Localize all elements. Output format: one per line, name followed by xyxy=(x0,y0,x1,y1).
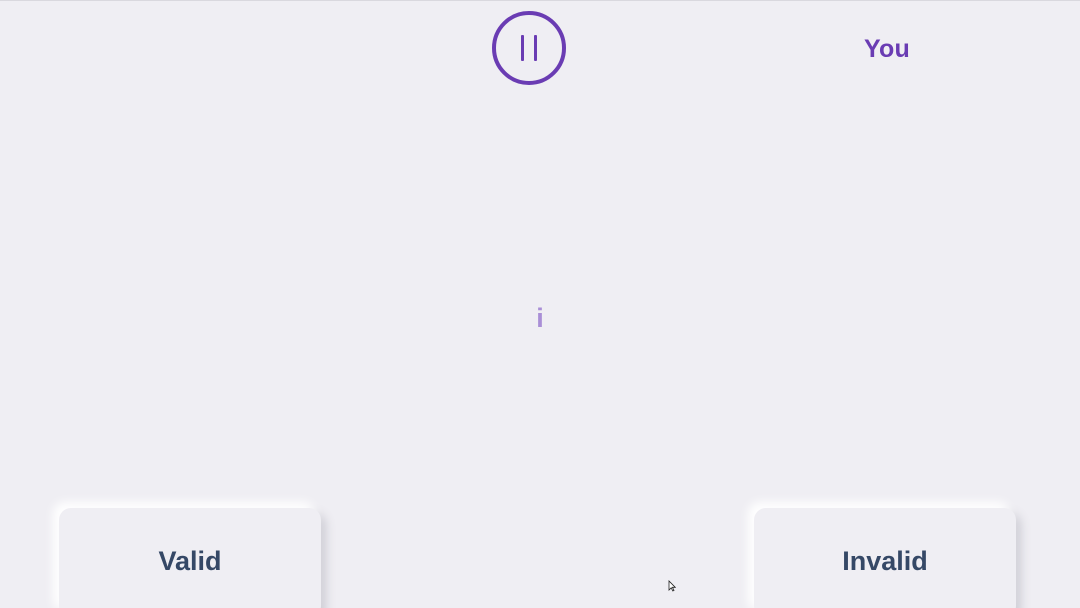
valid-button[interactable]: Valid xyxy=(59,508,321,608)
pause-bar-left xyxy=(521,35,524,61)
pause-bar-right xyxy=(534,35,537,61)
pause-button[interactable] xyxy=(492,11,566,85)
game-screen: You i Valid Invalid xyxy=(0,0,1080,608)
prompt-character: i xyxy=(536,303,544,333)
pause-icon xyxy=(520,35,538,61)
valid-button-label: Valid xyxy=(158,546,222,576)
invalid-button[interactable]: Invalid xyxy=(754,508,1016,608)
player-label: You xyxy=(864,35,910,63)
invalid-button-label: Invalid xyxy=(842,546,928,576)
mouse-cursor-icon xyxy=(668,580,676,592)
